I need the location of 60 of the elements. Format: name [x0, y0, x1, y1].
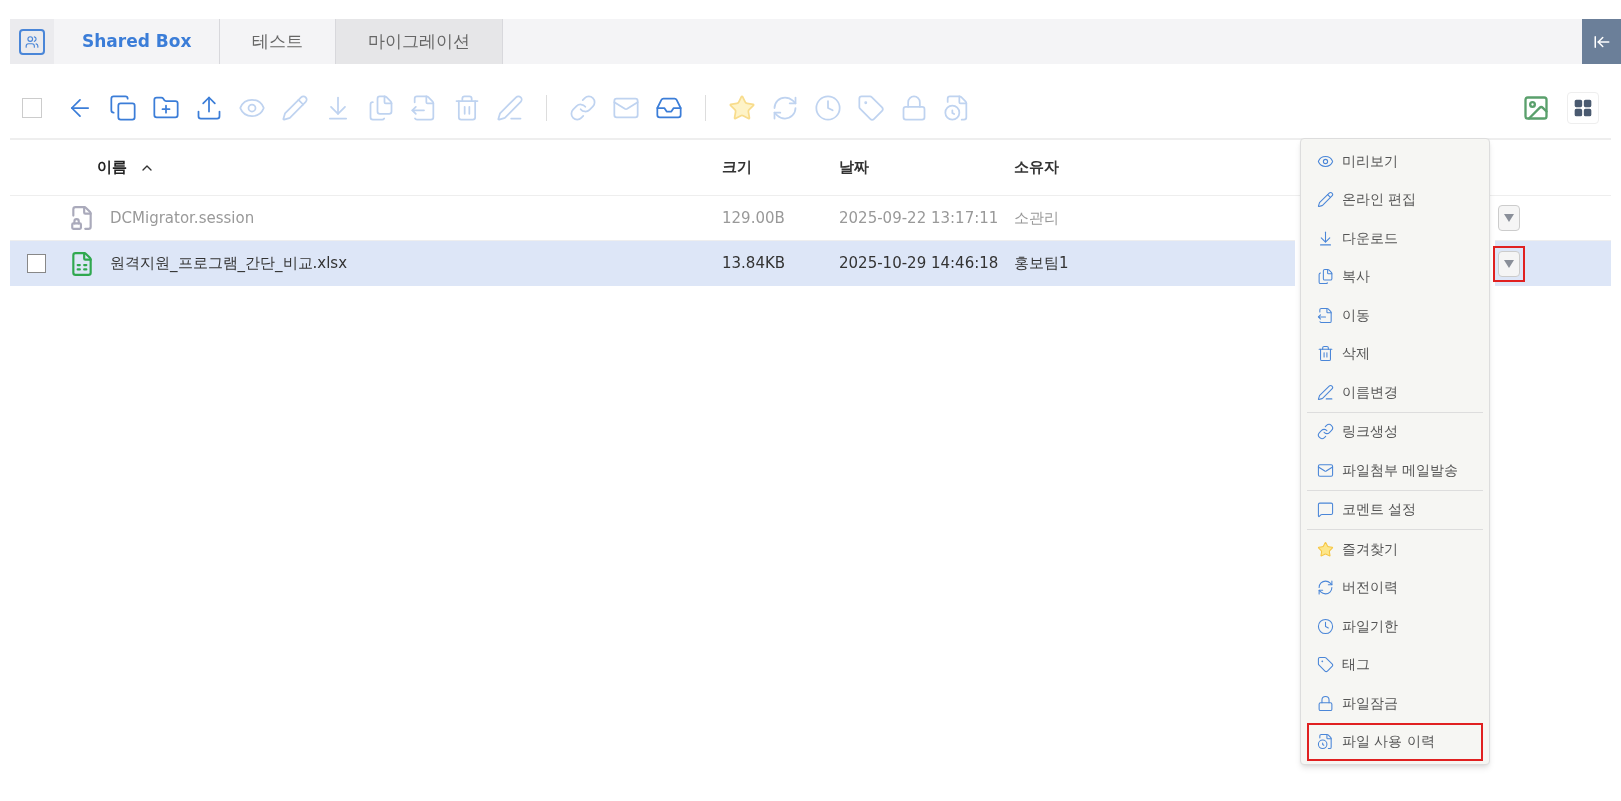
menu-item[interactable]: 파일 사용 이력 — [1307, 722, 1483, 761]
caret-icon — [1504, 259, 1514, 268]
copy-icon[interactable] — [109, 94, 137, 122]
menu-item[interactable]: 미리보기 — [1307, 142, 1483, 181]
tag-icon — [1317, 656, 1334, 674]
table-cell-text: 2025-10-29 14:46:18 — [839, 253, 1000, 275]
select-all-checkbox[interactable] — [22, 98, 42, 118]
clock-icon — [1317, 617, 1334, 635]
image-view-icon[interactable] — [1522, 94, 1550, 122]
row-menu-button[interactable] — [1498, 250, 1520, 277]
file-row[interactable]: 원격지원_프로그램_간단_비교.xlsx 13.84KB 2025-10-29 14:46:18 홍보팀1 — [10, 241, 1295, 286]
file-name[interactable]: 원격지원_프로그램_간단_비교.xlsx — [102, 252, 722, 275]
file-history-icon — [1317, 733, 1334, 751]
download-icon — [1317, 229, 1334, 247]
file-move-icon — [1317, 306, 1334, 324]
grid-icon — [1573, 98, 1593, 118]
lock-icon — [1317, 694, 1334, 712]
menu-item[interactable]: 이동 — [1307, 296, 1483, 335]
trash-icon — [1317, 345, 1334, 363]
menu-item[interactable]: 파일기한 — [1307, 607, 1483, 646]
grid-view-button[interactable] — [1567, 92, 1599, 124]
upload-icon[interactable] — [195, 94, 223, 122]
comment-icon — [1317, 501, 1334, 519]
menu-item[interactable]: 태그 — [1307, 645, 1483, 684]
star-icon — [1317, 540, 1334, 558]
version-icon — [1317, 579, 1334, 597]
table-cell-text: 13.84KB — [722, 253, 787, 275]
shared-box-icon[interactable] — [10, 19, 54, 64]
menu-item[interactable]: 복사 — [1307, 257, 1483, 296]
link-icon — [1317, 423, 1334, 441]
menu-item[interactable]: 이름변경 — [1307, 373, 1483, 412]
collapse-panel-button[interactable] — [1582, 19, 1621, 64]
column-header[interactable]: 날짜 — [839, 158, 869, 177]
column-header[interactable]: 이름 — [97, 156, 127, 179]
menu-item[interactable]: 파일잠금 — [1307, 684, 1483, 723]
row-menu-button[interactable] — [1498, 205, 1520, 231]
menu-item[interactable]: 링크생성 — [1307, 412, 1483, 451]
copy-icon — [1317, 268, 1334, 286]
mail-icon — [1317, 461, 1334, 479]
menu-item[interactable]: 즐겨찾기 — [1307, 530, 1483, 569]
menu-item[interactable]: 버전이력 — [1307, 568, 1483, 607]
table-cell-text: 홍보팀1 — [1014, 253, 1070, 275]
menu-item[interactable]: 다운로드 — [1307, 219, 1483, 258]
breadcrumb-item[interactable]: 마이그레이션 — [336, 19, 504, 64]
column-header[interactable]: 소유자 — [1014, 158, 1059, 177]
breadcrumb-item[interactable]: Shared Box — [54, 19, 221, 64]
table-cell-text: 2025-09-22 13:17:11 — [839, 207, 1000, 229]
rename-icon — [1317, 383, 1334, 401]
column-header[interactable]: 크기 — [722, 158, 752, 177]
row-checkbox[interactable] — [26, 254, 46, 273]
menu-item[interactable]: 파일첨부 메일발송 — [1307, 451, 1483, 490]
spreadsheet-icon — [69, 250, 95, 277]
pencil-icon — [1317, 191, 1334, 209]
menu-item[interactable]: 코멘트 설정 — [1307, 490, 1483, 529]
menu-item[interactable]: 온라인 편집 — [1307, 180, 1483, 219]
locked-file-icon — [69, 205, 95, 231]
table-cell-text: 129.00B — [722, 207, 786, 229]
caret-icon — [1504, 214, 1514, 222]
menu-item[interactable]: 삭제 — [1307, 334, 1483, 373]
table-cell-text: 소관리 — [1014, 207, 1060, 229]
